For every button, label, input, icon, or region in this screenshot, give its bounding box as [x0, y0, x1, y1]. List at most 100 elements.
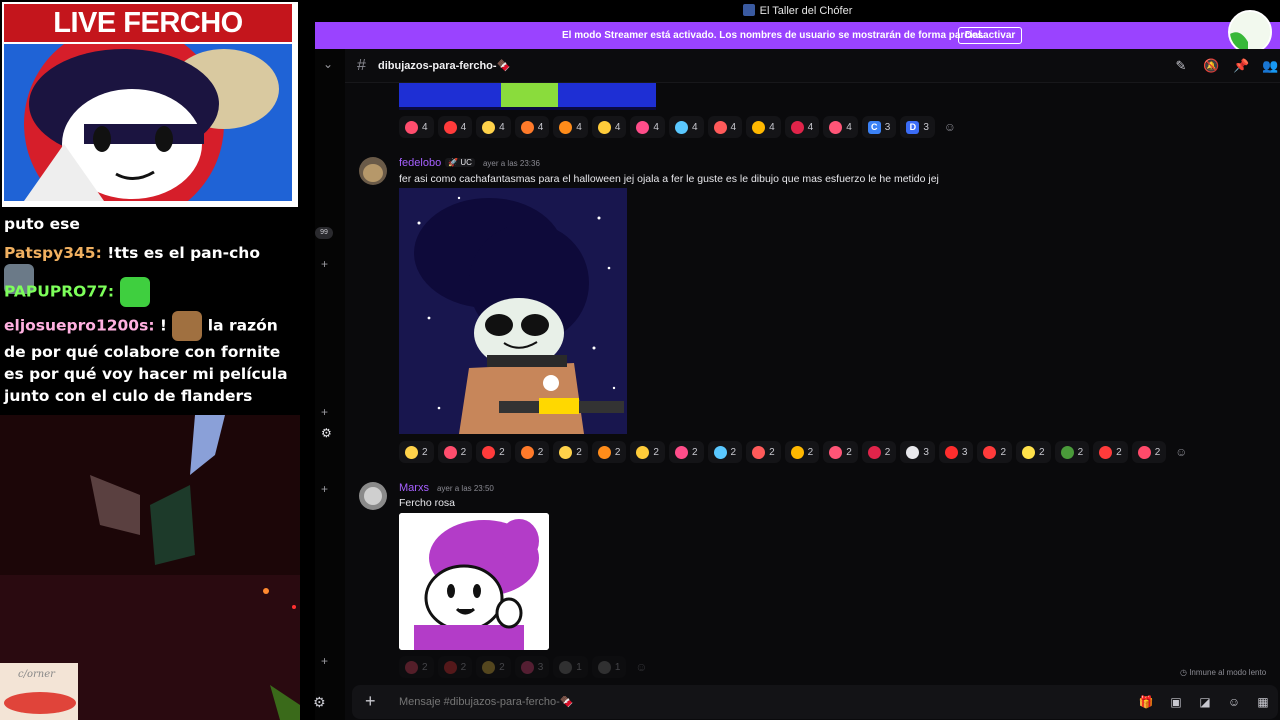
message-image-attachment[interactable] — [399, 83, 656, 110]
chevron-down-icon[interactable]: ⌄ — [323, 57, 333, 71]
attach-plus-icon[interactable]: + — [365, 691, 376, 712]
reaction-pill[interactable]: 2 — [1131, 441, 1167, 463]
pin-icon[interactable]: 📌 — [1233, 58, 1249, 74]
add-channel-icon-2[interactable]: + — [321, 405, 328, 419]
gif-icon[interactable]: ▣ — [1168, 694, 1184, 710]
gift-icon[interactable]: 🎁 — [1138, 694, 1154, 710]
reaction-emoji-icon — [674, 445, 688, 459]
deactivate-streamer-button[interactable]: Desactivar — [958, 27, 1022, 44]
reaction-pill[interactable]: 2 — [476, 441, 511, 463]
author-name[interactable]: fedelobo — [399, 157, 441, 169]
reaction-pill[interactable]: D3 — [900, 116, 935, 138]
reaction-count: 3 — [923, 121, 929, 133]
reaction-pill[interactable]: 2 — [399, 656, 434, 678]
reaction-pill[interactable]: 1 — [591, 656, 627, 678]
reaction-emoji-icon: C — [867, 120, 881, 134]
reaction-pill[interactable]: 3 — [900, 441, 935, 463]
gray-avatar-image — [359, 482, 387, 510]
reaction-emoji-icon — [597, 120, 611, 134]
reaction-pill[interactable]: 2 — [784, 441, 820, 463]
user-avatar[interactable] — [359, 157, 387, 185]
add-channel-icon[interactable]: + — [321, 257, 328, 271]
reaction-pill[interactable]: 4 — [823, 116, 858, 138]
reaction-emoji-icon — [443, 660, 457, 674]
reaction-pill[interactable]: 2 — [630, 441, 665, 463]
reaction-emoji-icon — [520, 120, 534, 134]
reaction-pill[interactable]: 4 — [553, 116, 588, 138]
streamer-avatar — [1228, 10, 1272, 54]
emoji-icon[interactable]: ☺ — [1226, 694, 1242, 710]
window-title: El Taller del Chófer — [315, 4, 1280, 17]
reaction-pill[interactable]: 2 — [746, 441, 781, 463]
threads-icon[interactable]: ✎ — [1173, 58, 1189, 74]
reaction-pill[interactable]: 2 — [514, 441, 550, 463]
message-image-attachment[interactable] — [399, 188, 627, 434]
reaction-count: 2 — [1000, 446, 1006, 458]
reaction-pill[interactable]: 2 — [553, 441, 588, 463]
reaction-pill[interactable]: 2 — [668, 441, 704, 463]
apps-icon[interactable]: ▦ — [1255, 694, 1271, 710]
frog-emote-icon — [119, 277, 150, 307]
drawing-preview-image — [399, 83, 656, 110]
reaction-pill[interactable]: 2 — [1093, 441, 1128, 463]
reaction-count: 2 — [691, 446, 698, 458]
reaction-pill[interactable]: 3 — [938, 441, 974, 463]
message-author[interactable]: fedelobo 🚀 UC ayer a las 23:36 — [399, 157, 540, 169]
reaction-bar: 2 2 2 2 2 2 2 2 2 2 2 2 2 3 3 2 2 2 2 2 ☺ — [399, 441, 1192, 463]
reaction-pill[interactable]: 4 — [784, 116, 820, 138]
reaction-pill[interactable]: 2 — [977, 441, 1012, 463]
chat-username: PAPUPRO77: — [4, 282, 115, 301]
add-channel-icon-4[interactable]: + — [321, 654, 328, 668]
settings-gear-icon[interactable]: ⚙ — [313, 694, 326, 711]
message-image-attachment[interactable] — [399, 513, 549, 650]
reaction-emoji-icon — [559, 120, 573, 134]
reaction-emoji-icon — [405, 660, 418, 674]
reaction-count: 4 — [846, 121, 852, 133]
reaction-pill[interactable]: 2 — [437, 656, 473, 678]
reaction-pill[interactable]: 3 — [514, 656, 550, 678]
reaction-count: 2 — [460, 661, 467, 673]
reaction-pill[interactable]: 2 — [1054, 441, 1090, 463]
reaction-pill[interactable]: 4 — [514, 116, 550, 138]
reaction-pill[interactable]: 4 — [707, 116, 743, 138]
reaction-count: 2 — [614, 446, 621, 458]
user-avatar[interactable] — [359, 482, 387, 510]
reaction-pill[interactable]: 4 — [399, 116, 434, 138]
message-input[interactable] — [399, 696, 999, 708]
reaction-pill[interactable]: 4 — [668, 116, 704, 138]
server-icon — [742, 4, 755, 16]
reaction-pill[interactable]: 2 — [861, 441, 897, 463]
reaction-pill[interactable]: 2 — [591, 441, 627, 463]
reaction-pill[interactable]: 4 — [746, 116, 781, 138]
mute-bell-icon[interactable]: 🔕 — [1203, 58, 1219, 74]
reaction-pill[interactable]: 4 — [630, 116, 665, 138]
reaction-emoji-icon — [790, 445, 804, 459]
streamer-mode-banner: El modo Streamer está activado. Los nomb… — [315, 22, 1280, 49]
reaction-pill[interactable]: 4 — [476, 116, 511, 138]
reaction-pill[interactable]: 2 — [707, 441, 743, 463]
reaction-emoji-icon — [482, 120, 496, 134]
add-reaction-icon[interactable]: ☺ — [630, 656, 652, 678]
gear-icon[interactable]: ⚙ — [321, 426, 332, 440]
sticker-icon[interactable]: ◪ — [1197, 694, 1213, 710]
reaction-pill[interactable]: 2 — [823, 441, 858, 463]
reaction-emoji-icon: D — [906, 120, 920, 134]
message-text: Fercho rosa — [399, 497, 456, 509]
add-channel-icon-3[interactable]: + — [321, 482, 328, 496]
reaction-pill[interactable]: 4 — [437, 116, 473, 138]
reaction-pill[interactable]: 1 — [553, 656, 588, 678]
reaction-emoji-icon — [713, 120, 727, 134]
reaction-pill[interactable]: 2 — [437, 441, 473, 463]
members-icon[interactable]: 👥 — [1262, 58, 1278, 74]
message-author[interactable]: Marxs ayer a las 23:50 — [399, 482, 494, 494]
reaction-emoji-icon — [636, 120, 650, 134]
reaction-pill[interactable]: C3 — [861, 116, 897, 138]
author-name[interactable]: Marxs — [399, 482, 429, 494]
add-reaction-icon[interactable]: ☺ — [939, 116, 961, 138]
reaction-pill[interactable]: 4 — [591, 116, 627, 138]
reaction-count: 4 — [807, 121, 814, 133]
reaction-pill[interactable]: 2 — [476, 656, 511, 678]
reaction-pill[interactable]: 2 — [1016, 441, 1051, 463]
reaction-pill[interactable]: 2 — [399, 441, 434, 463]
add-reaction-icon[interactable]: ☺ — [1170, 441, 1192, 463]
